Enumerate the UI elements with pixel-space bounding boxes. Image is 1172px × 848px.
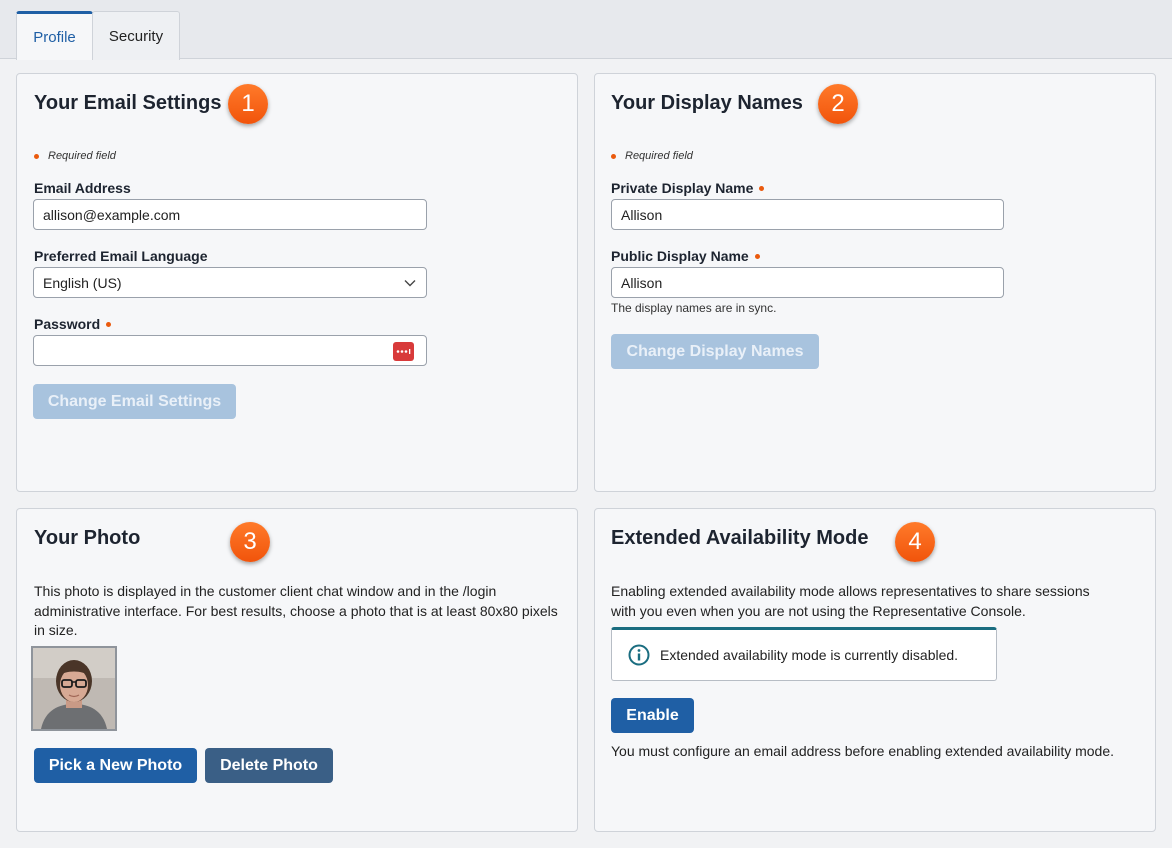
- password-label: Password: [34, 316, 112, 332]
- display-names-sync-note: The display names are in sync.: [611, 301, 777, 315]
- password-dots-icon: [396, 349, 411, 354]
- photo-card: Your Photo 3 This photo is displayed in …: [16, 508, 578, 832]
- preferred-language-select[interactable]: English (US): [33, 267, 427, 298]
- step-badge-1: 1: [228, 84, 268, 124]
- required-dot-icon: [759, 185, 765, 191]
- extended-availability-card: Extended Availability Mode 4 Enabling ex…: [594, 508, 1156, 832]
- step-badge-3: 3: [230, 522, 270, 562]
- enable-button[interactable]: Enable: [611, 698, 694, 733]
- required-field-note: Required field: [34, 150, 116, 162]
- photo-description: This photo is displayed in the customer …: [34, 583, 558, 638]
- email-address-input[interactable]: allison@example.com: [33, 199, 427, 230]
- photo-title: Your Photo: [34, 527, 141, 549]
- tab-profile-label: Profile: [33, 28, 76, 46]
- extended-availability-description: Enabling extended availability mode allo…: [611, 583, 1090, 619]
- chevron-down-icon: [404, 280, 416, 287]
- availability-status-text: Extended availability mode is currently …: [660, 647, 959, 663]
- step-badge-2: 2: [818, 84, 858, 124]
- email-address-value: allison@example.com: [43, 206, 181, 223]
- required-field-note: Required field: [611, 150, 693, 162]
- email-settings-title: Your Email Settings: [34, 92, 222, 114]
- tab-security[interactable]: Security: [92, 11, 180, 60]
- required-field-text: Required field: [48, 150, 116, 162]
- required-dot-icon: [106, 321, 112, 327]
- required-field-text: Required field: [625, 150, 693, 162]
- display-names-card: Your Display Names 2 Required field Priv…: [594, 73, 1156, 492]
- required-dot-icon: [611, 153, 616, 159]
- step-badge-4: 4: [895, 522, 935, 562]
- tab-security-label: Security: [108, 27, 164, 45]
- private-display-name-label-text: Private Display Name: [611, 180, 754, 196]
- required-dot-icon: [34, 153, 39, 159]
- user-portrait-icon: [33, 648, 115, 729]
- change-email-settings-button[interactable]: Change Email Settings: [33, 384, 236, 419]
- profile-photo: [31, 646, 117, 731]
- public-display-name-label-text: Public Display Name: [611, 248, 749, 264]
- extended-availability-title: Extended Availability Mode: [611, 527, 869, 549]
- public-display-name-input[interactable]: Allison: [611, 267, 1004, 298]
- pick-new-photo-button[interactable]: Pick a New Photo: [34, 748, 197, 783]
- change-display-names-button[interactable]: Change Display Names: [611, 334, 819, 369]
- preferred-language-label: Preferred Email Language: [34, 248, 208, 264]
- info-icon: [628, 644, 650, 666]
- password-label-text: Password: [34, 316, 101, 332]
- availability-footnote: You must configure an email address befo…: [611, 743, 1115, 759]
- display-names-title: Your Display Names: [611, 92, 803, 114]
- private-display-name-label: Private Display Name: [611, 180, 765, 196]
- password-input[interactable]: [33, 335, 427, 366]
- required-dot-icon: [754, 253, 760, 259]
- preferred-language-value: English (US): [43, 274, 122, 291]
- password-manager-icon[interactable]: [393, 342, 414, 361]
- tab-profile[interactable]: Profile: [16, 11, 93, 60]
- email-settings-card: Your Email Settings 1 Required field Ema…: [16, 73, 578, 492]
- tab-bar: Profile Security: [0, 0, 1172, 60]
- private-display-name-input[interactable]: Allison: [611, 199, 1004, 230]
- email-address-label: Email Address: [34, 180, 131, 196]
- public-display-name-label: Public Display Name: [611, 248, 760, 264]
- delete-photo-button[interactable]: Delete Photo: [205, 748, 333, 783]
- availability-status-alert: Extended availability mode is currently …: [611, 627, 997, 681]
- public-display-name-value: Allison: [621, 274, 663, 291]
- private-display-name-value: Allison: [621, 206, 663, 223]
